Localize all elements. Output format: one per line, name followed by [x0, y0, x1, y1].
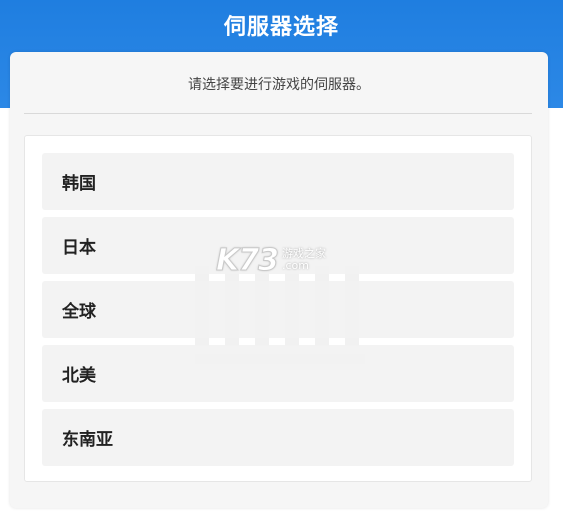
- server-option-korea[interactable]: 韩国: [42, 153, 514, 210]
- server-option-japan[interactable]: 日本: [42, 217, 514, 274]
- divider: [24, 113, 532, 114]
- server-label: 北美: [62, 366, 96, 386]
- server-label: 东南亚: [62, 430, 113, 450]
- prompt-text: 请选择要进行游戏的伺服器。: [188, 77, 370, 93]
- server-select-panel: 请选择要进行游戏的伺服器。 韩国 日本 全球 北美 东南亚: [10, 52, 548, 508]
- server-select-screen: 伺服器选择 请选择要进行游戏的伺服器。 韩国 日本 全球 北美 东南亚 K73 …: [0, 0, 563, 516]
- server-option-southeast-asia[interactable]: 东南亚: [42, 409, 514, 466]
- server-label: 全球: [62, 302, 96, 322]
- server-option-global[interactable]: 全球: [42, 281, 514, 338]
- server-label: 韩国: [62, 174, 96, 194]
- server-list: 韩国 日本 全球 北美 东南亚: [24, 135, 532, 482]
- server-option-north-america[interactable]: 北美: [42, 345, 514, 402]
- dialog-title: 伺服器选择: [223, 15, 339, 40]
- server-label: 日本: [62, 238, 96, 258]
